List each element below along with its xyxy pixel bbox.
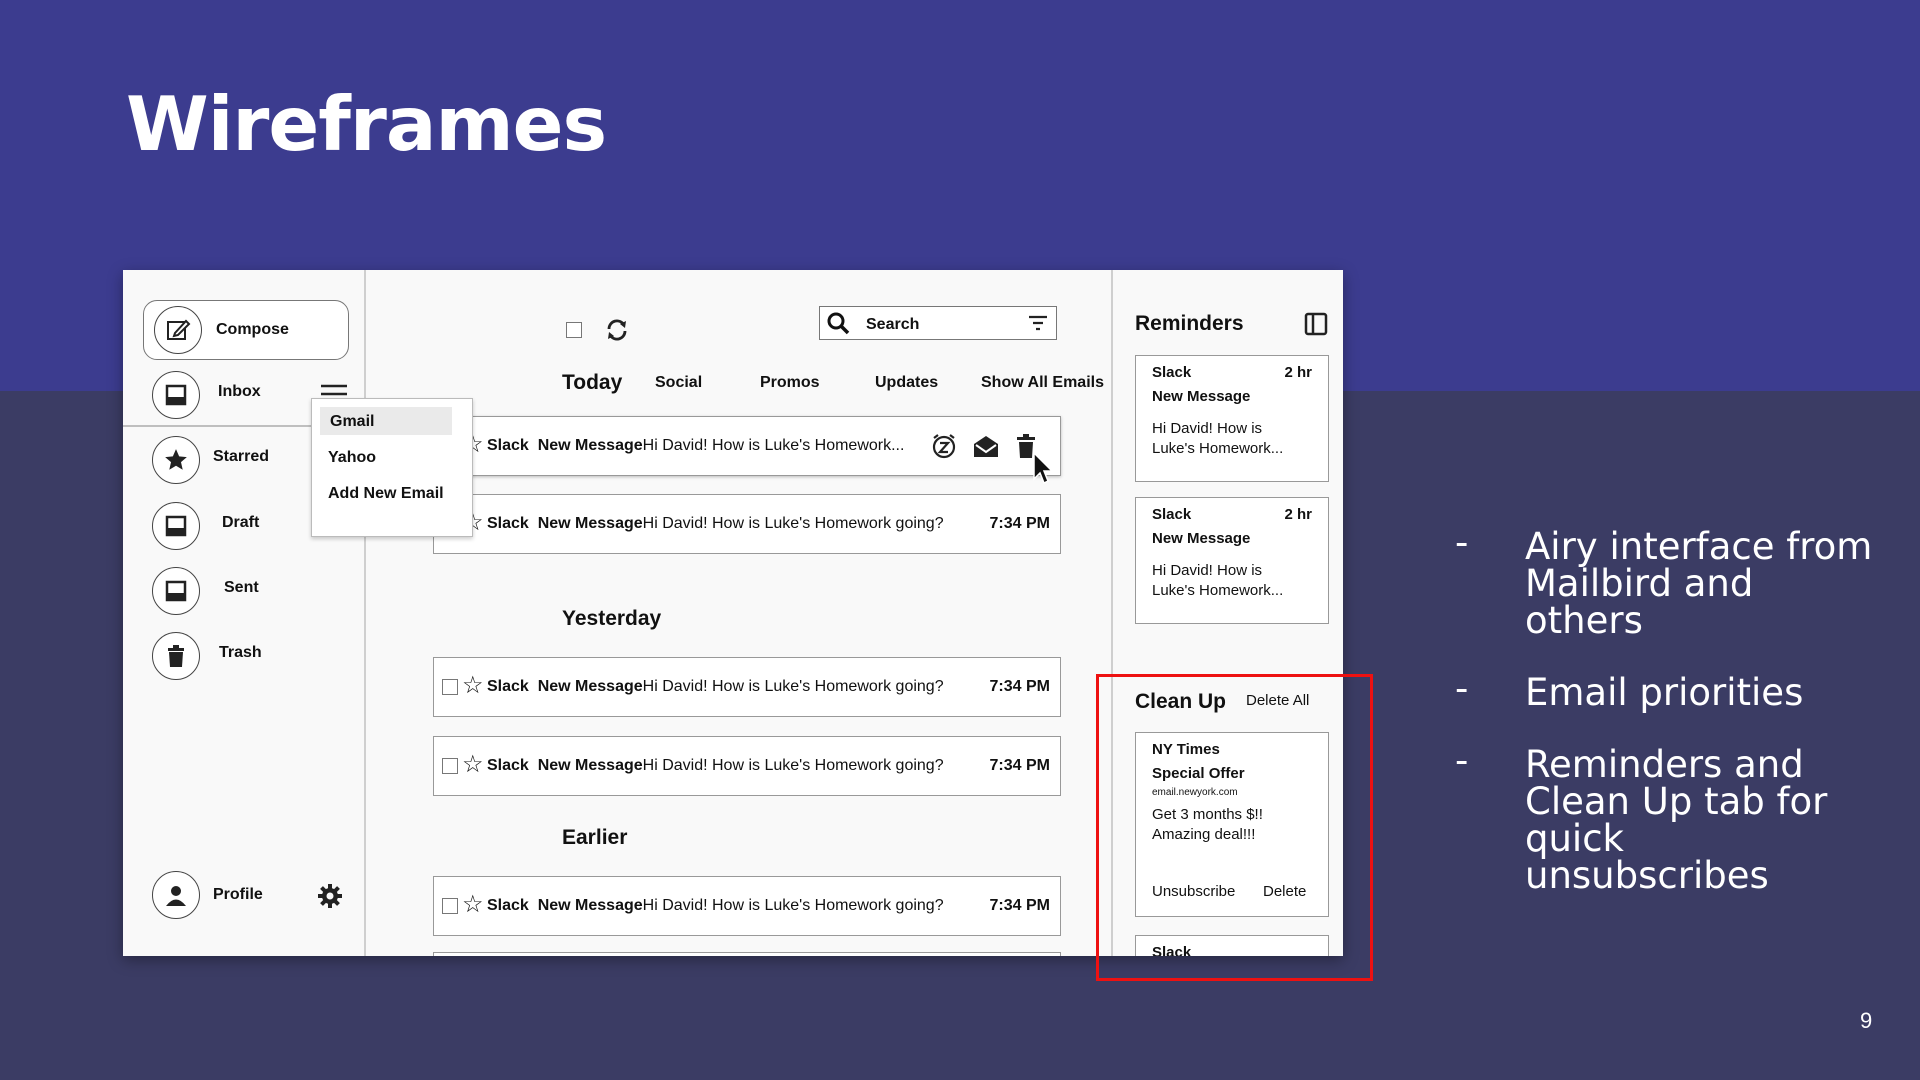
tab-updates[interactable]: Updates (875, 374, 938, 392)
compose-label: Compose (216, 321, 289, 338)
reminder-age: 2 hr (1284, 364, 1312, 381)
reminder-card[interactable]: Slack 2 hr New Message Hi David! How is … (1135, 497, 1329, 624)
bullet-dash: - (1455, 521, 1469, 564)
page-number: 9 (1860, 1008, 1873, 1033)
trash-label: Trash (219, 644, 262, 661)
trash-icon (152, 632, 200, 680)
refresh-icon[interactable] (605, 318, 629, 347)
search-placeholder: Search (866, 316, 920, 333)
tab-today[interactable]: Today (562, 371, 622, 395)
sent-icon (152, 567, 200, 615)
sent-label: Sent (224, 579, 259, 596)
snooze-icon[interactable] (931, 433, 957, 464)
dropdown-item-yahoo[interactable]: Yahoo (328, 449, 376, 467)
section-earlier: Earlier (562, 826, 628, 849)
profile-icon (152, 871, 200, 919)
slide-title: Wireframes (126, 80, 607, 168)
reminder-subject: New Message (1152, 388, 1251, 405)
tab-promos[interactable]: Promos (760, 374, 820, 392)
dropdown-item-add-email[interactable]: Add New Email (328, 485, 444, 503)
mail-list-pane: Search Today Social Promos Updates Show … (366, 270, 1111, 956)
tab-show-all[interactable]: Show All Emails (981, 374, 1104, 392)
email-row[interactable]: ☆ Slack New MessageHi David! How is Luke… (433, 736, 1061, 796)
reminder-line1: Hi David! How is (1152, 420, 1263, 437)
reminder-sender: Slack (1152, 506, 1192, 523)
select-all-checkbox[interactable] (566, 322, 582, 338)
email-row[interactable]: ☆ Slack New MessageHi David! How is Luke… (433, 657, 1061, 717)
email-summary: Slack New MessageHi David! How is Luke's… (487, 437, 905, 454)
compose-icon (154, 306, 202, 354)
email-row-hovered[interactable]: ☆ Slack New MessageHi David! How is Luke… (433, 416, 1061, 485)
reminder-age: 2 hr (1284, 506, 1312, 523)
bullet-text: Airy interface from Mailbird and others (1525, 525, 1873, 642)
profile-label: Profile (213, 886, 263, 903)
email-summary: Slack New MessageHi David! How is Luke's… (487, 515, 944, 532)
gear-icon[interactable] (317, 883, 343, 914)
inbox-icon (152, 371, 200, 419)
star-icon (152, 436, 200, 484)
starred-label: Starred (213, 448, 270, 465)
email-summary: Slack New MessageHi David! How is Luke's… (487, 897, 944, 914)
reminders-title: Reminders (1135, 312, 1244, 335)
star-outline-icon[interactable]: ☆ (462, 753, 484, 777)
bullet-text: Reminders and Clean Up tab for quick uns… (1525, 743, 1828, 897)
email-row[interactable]: ☆ Slack New MessageHi David! How is Luke… (433, 876, 1061, 936)
bullet-item: - Email priorities (1455, 670, 1875, 714)
reminder-line2: Luke's Homework... (1152, 440, 1284, 457)
email-row-partial[interactable] (433, 952, 1061, 956)
mark-read-icon[interactable] (973, 434, 999, 463)
reminder-subject: New Message (1152, 530, 1251, 547)
email-row[interactable]: ☆ Slack New MessageHi David! How is Luke… (433, 494, 1061, 554)
star-outline-icon[interactable]: ☆ (462, 893, 484, 917)
tab-social[interactable]: Social (655, 374, 702, 392)
row-checkbox[interactable] (442, 679, 458, 695)
email-time: 7:34 PM (989, 678, 1050, 695)
bullet-dash: - (1455, 739, 1469, 782)
section-yesterday: Yesterday (562, 607, 662, 630)
bullet-dash: - (1455, 667, 1469, 710)
email-summary: Slack New MessageHi David! How is Luke's… (487, 678, 944, 695)
reminder-sender: Slack (1152, 364, 1192, 381)
draft-icon (152, 502, 200, 550)
row-checkbox[interactable] (442, 898, 458, 914)
email-summary: Slack New MessageHi David! How is Luke's… (487, 757, 944, 774)
star-outline-icon[interactable]: ☆ (462, 674, 484, 698)
panel-toggle-icon[interactable] (1304, 312, 1328, 341)
bullet-list: - Airy interface from Mailbird and other… (1455, 524, 1875, 929)
accounts-dropdown: Gmail Yahoo Add New Email (311, 398, 473, 537)
bullet-item: - Reminders and Clean Up tab for quick u… (1455, 742, 1875, 897)
email-time: 7:34 PM (989, 515, 1050, 532)
highlight-box (1096, 674, 1373, 981)
sidebar: Compose Inbox Starred Draft Sent Trash P… (123, 270, 366, 956)
row-checkbox[interactable] (442, 758, 458, 774)
filter-icon[interactable] (1028, 315, 1048, 336)
cursor-icon (1032, 451, 1058, 492)
reminder-card[interactable]: Slack 2 hr New Message Hi David! How is … (1135, 355, 1329, 482)
bullet-text: Email priorities (1525, 671, 1804, 714)
email-time: 7:34 PM (989, 757, 1050, 774)
email-time: 7:34 PM (989, 897, 1050, 914)
dropdown-item-gmail[interactable]: Gmail (330, 413, 374, 431)
bullet-item: - Airy interface from Mailbird and other… (1455, 524, 1875, 642)
inbox-label: Inbox (218, 383, 261, 400)
compose-button[interactable]: Compose (143, 300, 349, 360)
search-icon (826, 311, 850, 340)
search-field[interactable]: Search (819, 306, 1057, 340)
reminder-line2: Luke's Homework... (1152, 582, 1284, 599)
reminder-line1: Hi David! How is (1152, 562, 1263, 579)
draft-label: Draft (222, 514, 260, 531)
